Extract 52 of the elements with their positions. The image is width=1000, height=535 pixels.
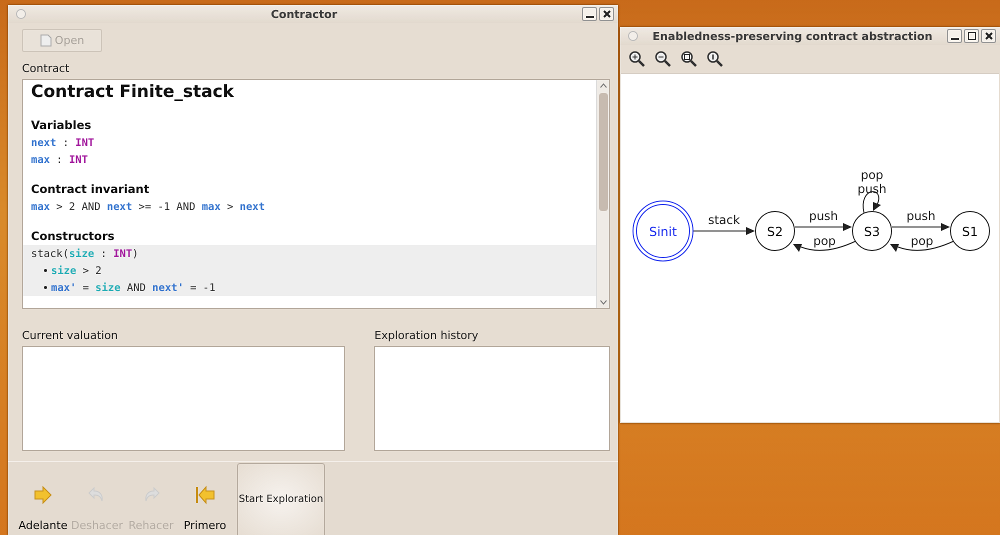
zoom-in-icon[interactable] bbox=[628, 50, 646, 68]
section-heading: Contract invariant bbox=[31, 182, 150, 196]
zoom-fit-icon[interactable] bbox=[680, 50, 698, 68]
document-icon bbox=[40, 34, 52, 47]
node-label: S2 bbox=[767, 224, 783, 239]
edge-label: push bbox=[857, 182, 887, 196]
edge-label: stack bbox=[708, 213, 740, 227]
node-label: Sinit bbox=[649, 224, 677, 239]
section-heading: Constructors bbox=[31, 229, 116, 243]
edge-label: pop bbox=[910, 234, 934, 248]
close-button[interactable] bbox=[599, 7, 614, 21]
edge-label: push bbox=[906, 209, 936, 223]
window-title: Enabledness-preserving contract abstraction bbox=[652, 30, 934, 42]
valuation-label: Current valuation bbox=[22, 329, 119, 342]
code-line: max' = size AND next' = -1 bbox=[51, 282, 216, 294]
close-icon bbox=[984, 32, 992, 40]
edge-label: push bbox=[808, 209, 838, 223]
section-heading: Variables bbox=[31, 118, 92, 132]
minimize-button[interactable] bbox=[947, 29, 962, 43]
close-button[interactable] bbox=[981, 29, 996, 43]
scroll-up-icon[interactable] bbox=[600, 83, 606, 88]
code-line: stack(size : INT) bbox=[31, 248, 138, 260]
zoom-original-icon[interactable] bbox=[706, 50, 724, 68]
contract-title: Contract Finite_stack bbox=[31, 82, 235, 102]
edge-label: pop bbox=[813, 234, 836, 248]
toolbar-button[interactable]: Adelante bbox=[16, 473, 70, 535]
right-arrow-icon bbox=[32, 485, 54, 505]
toolbar-button[interactable]: Primero bbox=[178, 473, 232, 535]
edge-label: pop bbox=[860, 168, 884, 182]
maximize-icon bbox=[968, 32, 976, 40]
edge-arrow bbox=[892, 223, 950, 231]
maximize-button[interactable] bbox=[964, 29, 979, 43]
scrollbar[interactable] bbox=[596, 80, 609, 308]
start-exploration-button[interactable]: Start Exploration bbox=[237, 463, 325, 535]
bullet-icon bbox=[44, 269, 47, 272]
contract-label: Contract bbox=[22, 62, 70, 75]
close-icon bbox=[602, 10, 610, 18]
window-title: Contractor bbox=[270, 8, 338, 20]
edge-arrow bbox=[794, 223, 852, 231]
left-arrow-bar-icon bbox=[194, 485, 216, 505]
code-line: size > 2 bbox=[51, 264, 102, 276]
code-line: next : INT bbox=[31, 136, 94, 148]
code-line: max : INT bbox=[31, 154, 88, 166]
minimize-button[interactable] bbox=[582, 7, 597, 21]
bullet-icon bbox=[44, 286, 47, 289]
node-label: S1 bbox=[962, 224, 978, 239]
code-line: max > 2 AND next >= -1 AND max > next bbox=[31, 200, 265, 212]
zoom-out-icon[interactable] bbox=[654, 50, 672, 68]
edge-arrow bbox=[692, 227, 755, 235]
scroll-down-icon[interactable] bbox=[600, 300, 606, 305]
node-label: S3 bbox=[864, 224, 880, 239]
history-label: Exploration history bbox=[374, 329, 480, 342]
